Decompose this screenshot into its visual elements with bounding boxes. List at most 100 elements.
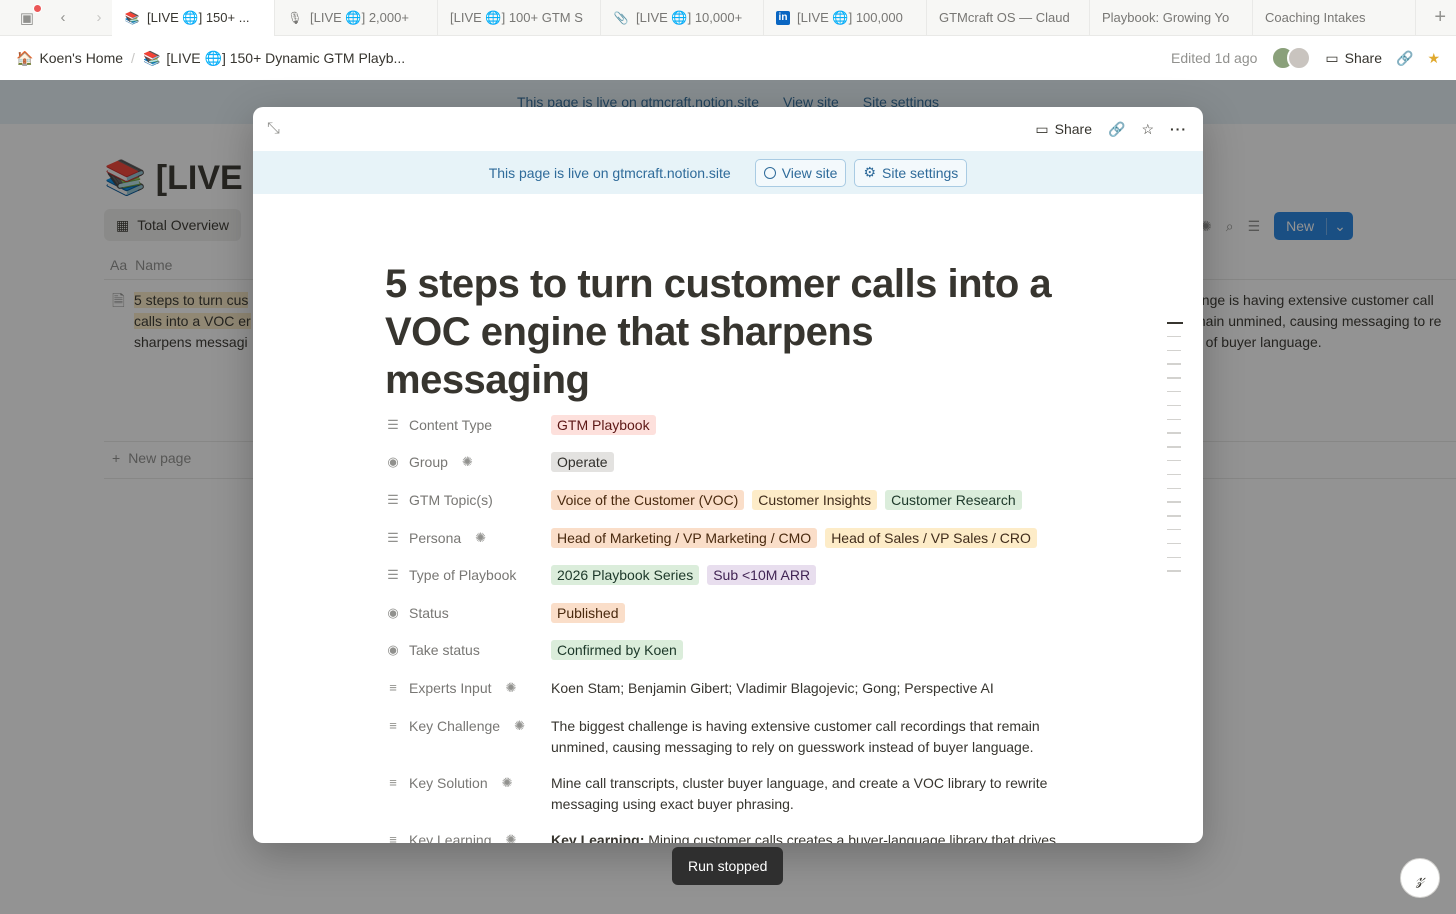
text-icon: ≡ — [389, 680, 397, 696]
edited-timestamp: Edited 1d ago — [1171, 50, 1258, 66]
toc-marker — [1167, 570, 1181, 572]
ai-sparkle-icon: ✺ — [514, 717, 525, 733]
toc-marker — [1167, 349, 1181, 352]
property-value[interactable]: Operate — [551, 444, 1085, 482]
key-learning-text: Mining customer calls creates a buyer-la… — [644, 831, 1056, 843]
page-peek-modal: ⤡ ▭ Share 🔗 ☆ ··· This page is live on gt… — [253, 107, 1203, 843]
view-site-button[interactable]: View site — [754, 158, 847, 187]
toc-marker — [1167, 515, 1181, 517]
property-value[interactable]: Head of Marketing / VP Marketing / CMO H… — [551, 519, 1085, 557]
property-label[interactable]: ≡ Key Challenge ✺ — [385, 707, 551, 745]
property-value[interactable]: Mine call transcripts, cluster buyer lan… — [551, 764, 1085, 815]
notion-ai-icon[interactable]: 𝓏 — [1400, 858, 1440, 898]
toc-marker — [1167, 501, 1181, 503]
site-settings-button[interactable]: ⚙ Site settings — [854, 158, 968, 187]
property-label-text: Key Learning — [409, 831, 492, 843]
property-label-text: GTM Topic(s) — [409, 491, 493, 508]
property-label[interactable]: ◉ Group ✺ — [385, 444, 551, 482]
tab-coaching-intakes[interactable]: Coaching Intakes — [1253, 0, 1416, 36]
property-label-text: Type of Playbook — [409, 567, 517, 584]
property-label-text: Take status — [409, 642, 480, 659]
tab-live-150-playbooks[interactable]: 📚 [LIVE 🌐] 150+ ... — [112, 0, 275, 36]
modal-actions: ▭ Share 🔗 ☆ ··· — [1035, 107, 1187, 151]
table-of-contents-rail[interactable] — [1167, 322, 1183, 584]
breadcrumb-separator: / — [131, 50, 135, 66]
toc-marker — [1167, 473, 1181, 476]
gear-icon: ⚙ — [863, 164, 877, 180]
property-value[interactable]: Voice of the Customer (VOC) Customer Ins… — [551, 481, 1085, 519]
tab-playbook-growing[interactable]: Playbook: Growing Yo — [1090, 0, 1253, 36]
property-label-text: Key Challenge — [409, 717, 501, 734]
avatar — [1287, 46, 1312, 70]
property-label[interactable]: ☰ Persona ✺ — [385, 519, 551, 557]
property-type-of-playbook: ☰ Type of Playbook 2026 Playbook Series S… — [385, 556, 1085, 594]
link-icon[interactable]: 🔗 — [1108, 121, 1125, 138]
collaborator-avatars[interactable] — [1271, 46, 1312, 70]
star-icon[interactable]: ☆ — [1141, 121, 1154, 138]
property-label[interactable]: ≡ Key Learning ✺ — [385, 821, 551, 843]
home-icon: 🏠 — [16, 49, 34, 66]
toc-marker — [1167, 363, 1181, 365]
property-label-text: Key Solution — [409, 774, 488, 791]
tab-gtmcraft-os[interactable]: GTMcraft OS — Claud — [927, 0, 1090, 36]
sidebar-toggle-icon[interactable]: ▣ — [16, 3, 42, 29]
property-value[interactable]: Key Learning: Mining customer calls crea… — [551, 821, 1085, 843]
property-value[interactable]: Koen Stam; Benjamin Gibert; Vladimir Bla… — [551, 669, 1085, 707]
property-label[interactable]: ≡ Experts Input ✺ — [385, 669, 551, 707]
tag: GTM Playbook — [551, 414, 656, 435]
expand-icon[interactable]: ⤡ — [267, 120, 280, 138]
key-learning-prefix: Key Learning: — [551, 831, 645, 843]
property-value[interactable]: The biggest challenge is having extensiv… — [551, 707, 1085, 758]
toc-marker — [1167, 446, 1181, 448]
ai-sparkle-icon: ✺ — [505, 831, 517, 843]
property-label[interactable]: ☰ GTM Topic(s) — [385, 481, 551, 519]
tab-live-2000[interactable]: 🎙 [LIVE 🌐] 2,000+ — [275, 0, 438, 36]
tab-label: Playbook: Growing Yo — [1102, 10, 1230, 25]
property-label[interactable]: ☰ Content Type — [385, 406, 551, 444]
page-title[interactable]: 5 steps to turn customer calls into a VO… — [385, 260, 1075, 404]
property-label[interactable]: ≡ Key Solution ✺ — [385, 764, 551, 802]
tab-label: Coaching Intakes — [1265, 10, 1366, 25]
new-tab-icon[interactable]: + — [1434, 6, 1446, 29]
forward-icon[interactable]: › — [88, 7, 110, 29]
back-icon[interactable]: ‹ — [52, 7, 74, 29]
property-value[interactable]: Published — [551, 594, 1085, 632]
breadcrumb-page[interactable]: 📚 [LIVE 🌐] 150+ Dynamic GTM Playb... — [143, 50, 405, 67]
property-value[interactable]: GTM Playbook — [551, 406, 1085, 444]
link-icon[interactable]: 🔗 — [1396, 50, 1413, 67]
ai-sparkle-icon: ✺ — [505, 679, 517, 695]
property-label[interactable]: ◉ Take status — [385, 632, 551, 670]
favorite-star-icon[interactable]: ★ — [1427, 50, 1440, 67]
more-options-icon[interactable]: ··· — [1170, 121, 1187, 137]
toc-marker — [1167, 487, 1181, 490]
tab-bar-controls: ▣ ‹ › — [0, 3, 112, 29]
breadcrumb-home[interactable]: 🏠 Koen's Home — [16, 50, 123, 67]
books-icon: 📚 — [124, 10, 140, 25]
tab-label: GTMcraft OS — Claud — [939, 10, 1070, 25]
share-label: Share — [1054, 121, 1092, 137]
property-label[interactable]: ◉ Status — [385, 594, 551, 632]
window-icon: ▭ — [1035, 120, 1049, 137]
share-button[interactable]: ▭ Share — [1035, 121, 1092, 138]
properties-list: ☰ Content Type GTM Playbook ◉ Group ✺ Opera… — [385, 406, 1085, 843]
tab-live-10000[interactable]: 📎 [LIVE 🌐] 10,000+ — [601, 0, 764, 36]
tag: Head of Marketing / VP Marketing / CMO — [551, 527, 818, 548]
tab-live-100000[interactable]: in [LIVE 🌐] 100,000 — [764, 0, 927, 36]
property-label-text: Experts Input — [409, 679, 492, 696]
property-experts-input: ≡ Experts Input ✺ Koen Stam; Benjamin Gibe… — [385, 669, 1085, 707]
share-button[interactable]: ▭ Share — [1325, 50, 1382, 67]
tab-live-100-gtm[interactable]: [LIVE 🌐] 100+ GTM S — [438, 0, 601, 36]
site-settings-label: Site settings — [882, 164, 959, 181]
property-group: ◉ Group ✺ Operate — [385, 444, 1085, 482]
toc-marker — [1167, 528, 1181, 531]
property-value[interactable]: 2026 Playbook Series Sub <10M ARR — [551, 556, 1085, 594]
toc-marker — [1167, 335, 1181, 338]
share-label: Share — [1344, 50, 1382, 66]
property-label[interactable]: ☰ Type of Playbook — [385, 556, 551, 594]
property-value[interactable]: Confirmed by Koen — [551, 632, 1085, 670]
tag: 2026 Playbook Series — [551, 565, 700, 586]
toc-marker — [1167, 377, 1181, 379]
property-label-text: Persona — [409, 529, 462, 546]
run-stopped-toast: Run stopped — [672, 847, 784, 885]
microphone-icon: 🎙 — [287, 10, 303, 25]
